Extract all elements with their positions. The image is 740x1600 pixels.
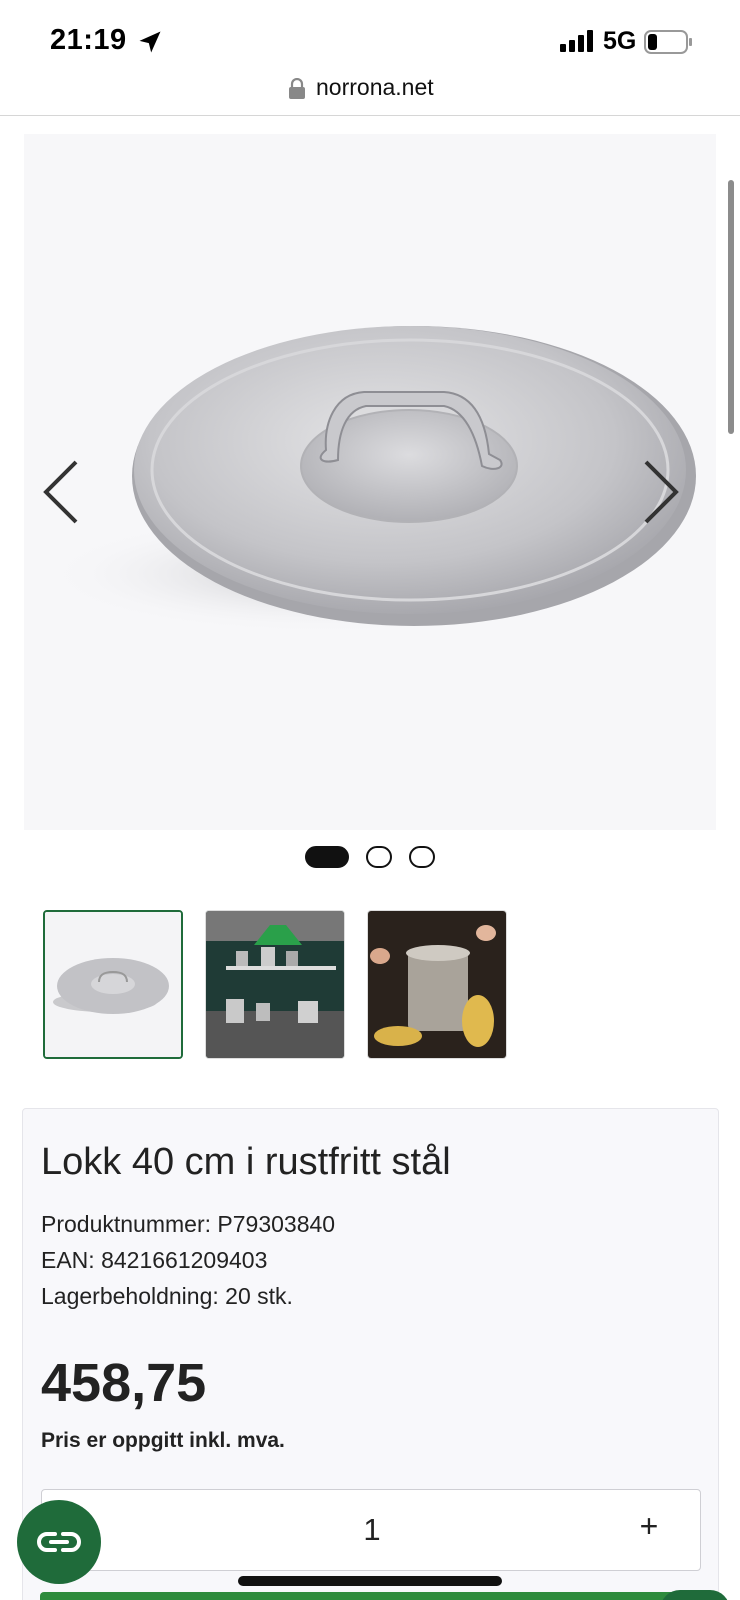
battery-icon bbox=[644, 30, 692, 54]
gallery-pagination bbox=[0, 846, 740, 870]
signal-bars-icon bbox=[560, 30, 593, 52]
product-info-card: Lokk 40 cm i rustfritt stål Produktnumme… bbox=[22, 1108, 719, 1600]
status-bar: 21:19 5G bbox=[0, 0, 740, 70]
address-bar[interactable]: norrona.net bbox=[0, 70, 740, 116]
pagination-dot-active[interactable] bbox=[305, 846, 349, 868]
thumbnail-lid[interactable] bbox=[43, 910, 183, 1059]
thumbnail-cooking[interactable] bbox=[367, 910, 507, 1059]
thumbnail-kitchen[interactable] bbox=[205, 910, 345, 1059]
product-ean: EAN: 8421661209403 bbox=[41, 1247, 268, 1273]
kitchen-thumbnail-image bbox=[206, 911, 344, 1058]
price-vat-note: Pris er oppgitt inkl. mva. bbox=[41, 1429, 285, 1452]
location-arrow-icon bbox=[139, 31, 161, 53]
chat-button[interactable] bbox=[17, 1500, 101, 1584]
pagination-dot[interactable] bbox=[409, 846, 435, 868]
product-image bbox=[44, 326, 696, 634]
stock-level: Lagerbeholdning: 20 stk. bbox=[41, 1283, 293, 1309]
thumbnail-strip bbox=[0, 910, 740, 1060]
lid-thumbnail-image bbox=[45, 912, 181, 1057]
product-image-gallery[interactable] bbox=[24, 134, 716, 830]
home-indicator[interactable] bbox=[238, 1576, 502, 1586]
product-price: 458,75 bbox=[41, 1353, 207, 1413]
chevron-left-icon[interactable] bbox=[36, 452, 86, 532]
lock-icon bbox=[289, 78, 305, 99]
chevron-right-icon[interactable] bbox=[636, 452, 686, 532]
floating-action-button[interactable] bbox=[660, 1590, 730, 1600]
add-to-cart-button[interactable] bbox=[40, 1592, 700, 1600]
product-title: Lokk 40 cm i rustfritt stål bbox=[41, 1141, 451, 1183]
page-scrollbar[interactable] bbox=[728, 180, 734, 434]
url-text: norrona.net bbox=[316, 74, 434, 100]
quantity-plus-button[interactable]: + bbox=[624, 1508, 674, 1554]
status-time: 21:19 bbox=[50, 24, 127, 56]
product-number: Produktnummer: P79303840 bbox=[41, 1211, 336, 1237]
network-label: 5G bbox=[603, 27, 637, 55]
chat-glasses-icon bbox=[37, 1532, 81, 1552]
pagination-dot[interactable] bbox=[366, 846, 392, 868]
quantity-value[interactable]: 1 bbox=[42, 1512, 702, 1548]
quantity-stepper[interactable]: 1 + bbox=[41, 1489, 701, 1571]
cooking-thumbnail-image bbox=[368, 911, 506, 1058]
